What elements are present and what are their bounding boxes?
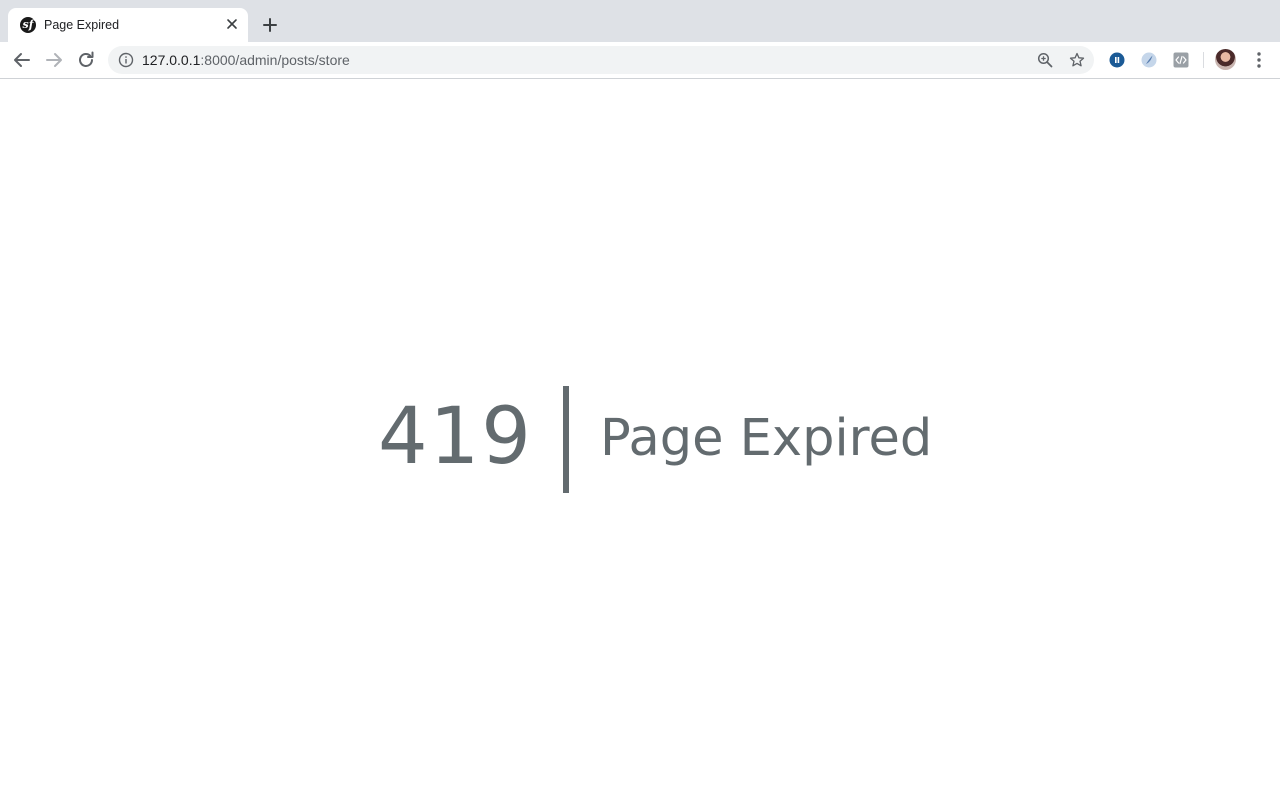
- reload-icon[interactable]: [75, 49, 97, 71]
- toolbar: 127.0.0.1:8000/admin/posts/store: [0, 42, 1280, 79]
- close-icon[interactable]: [224, 16, 240, 32]
- url-host: 127.0.0.1: [142, 52, 201, 68]
- menu-dots-icon[interactable]: [1250, 50, 1268, 70]
- symfony-logo-icon: sf: [20, 17, 36, 33]
- code-extension-icon[interactable]: [1173, 52, 1189, 68]
- toolbar-separator: [1203, 52, 1204, 68]
- info-icon[interactable]: [118, 52, 134, 68]
- url-text[interactable]: 127.0.0.1:8000/admin/posts/store: [142, 52, 350, 68]
- feather-extension-icon[interactable]: [1141, 52, 1157, 68]
- tab-title: Page Expired: [44, 18, 120, 32]
- avatar[interactable]: [1215, 49, 1236, 70]
- zoom-icon[interactable]: [1037, 52, 1053, 68]
- browser-window: sf Page Expired 127.0.0.1:8000/admin/pos…: [0, 0, 1280, 800]
- new-tab-icon[interactable]: [258, 13, 282, 37]
- url-path: :8000/admin/posts/store: [200, 52, 350, 68]
- blue-extension-icon[interactable]: [1109, 52, 1125, 68]
- forward-arrow-icon[interactable]: [43, 49, 65, 71]
- error-code: 419: [378, 392, 533, 482]
- page-content: 419 Page Expired: [0, 79, 1280, 800]
- divider: [563, 386, 569, 493]
- back-arrow-icon[interactable]: [11, 49, 33, 71]
- tab-strip: sf Page Expired: [0, 0, 1280, 42]
- star-icon[interactable]: [1069, 52, 1085, 68]
- active-tab[interactable]: sf Page Expired: [8, 8, 248, 42]
- address-bar[interactable]: 127.0.0.1:8000/admin/posts/store: [108, 46, 1094, 74]
- error-message: Page Expired: [600, 409, 933, 468]
